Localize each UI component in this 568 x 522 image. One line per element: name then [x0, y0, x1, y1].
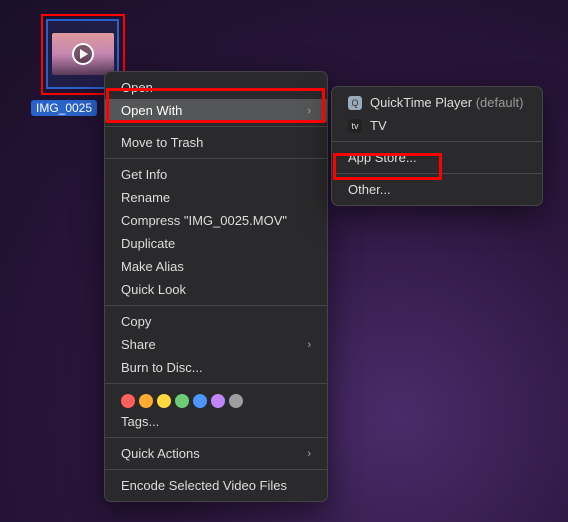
menu-rename[interactable]: Rename: [105, 186, 327, 209]
menu-get-info[interactable]: Get Info: [105, 163, 327, 186]
menu-duplicate[interactable]: Duplicate: [105, 232, 327, 255]
tag-yellow[interactable]: [157, 394, 171, 408]
tag-purple[interactable]: [211, 394, 225, 408]
tag-colors-row: [105, 388, 327, 410]
menu-open[interactable]: Open: [105, 76, 327, 99]
chevron-right-icon: ›: [307, 339, 311, 351]
play-icon: [72, 43, 94, 65]
quicktime-icon: Q: [348, 96, 362, 110]
menu-encode[interactable]: Encode Selected Video Files: [105, 474, 327, 497]
menu-move-to-trash[interactable]: Move to Trash: [105, 131, 327, 154]
menu-separator: [332, 141, 542, 142]
menu-make-alias[interactable]: Make Alias: [105, 255, 327, 278]
menu-separator: [332, 173, 542, 174]
context-menu: Open Open With › Move to Trash Get Info …: [104, 71, 328, 502]
menu-separator: [105, 383, 327, 384]
menu-tags[interactable]: Tags...: [105, 410, 327, 433]
video-thumbnail: [52, 33, 114, 75]
submenu-app-store[interactable]: App Store...: [332, 146, 542, 169]
chevron-right-icon: ›: [307, 105, 311, 117]
open-with-submenu: Q QuickTime Player (default) tv TV App S…: [331, 86, 543, 206]
menu-open-with[interactable]: Open With ›: [105, 99, 327, 122]
tag-blue[interactable]: [193, 394, 207, 408]
submenu-other[interactable]: Other...: [332, 178, 542, 201]
submenu-tv[interactable]: tv TV: [332, 114, 542, 137]
tv-icon: tv: [348, 119, 362, 133]
file-name-label[interactable]: IMG_0025: [31, 100, 97, 116]
menu-copy[interactable]: Copy: [105, 310, 327, 333]
menu-share[interactable]: Share ›: [105, 333, 327, 356]
submenu-quicktime[interactable]: Q QuickTime Player (default): [332, 91, 542, 114]
menu-quick-actions[interactable]: Quick Actions ›: [105, 442, 327, 465]
tag-orange[interactable]: [139, 394, 153, 408]
menu-compress[interactable]: Compress "IMG_0025.MOV": [105, 209, 327, 232]
menu-separator: [105, 305, 327, 306]
tag-gray[interactable]: [229, 394, 243, 408]
menu-separator: [105, 158, 327, 159]
tag-green[interactable]: [175, 394, 189, 408]
chevron-right-icon: ›: [307, 448, 311, 460]
menu-separator: [105, 437, 327, 438]
tag-red[interactable]: [121, 394, 135, 408]
menu-quick-look[interactable]: Quick Look: [105, 278, 327, 301]
menu-burn[interactable]: Burn to Disc...: [105, 356, 327, 379]
menu-separator: [105, 469, 327, 470]
menu-separator: [105, 126, 327, 127]
